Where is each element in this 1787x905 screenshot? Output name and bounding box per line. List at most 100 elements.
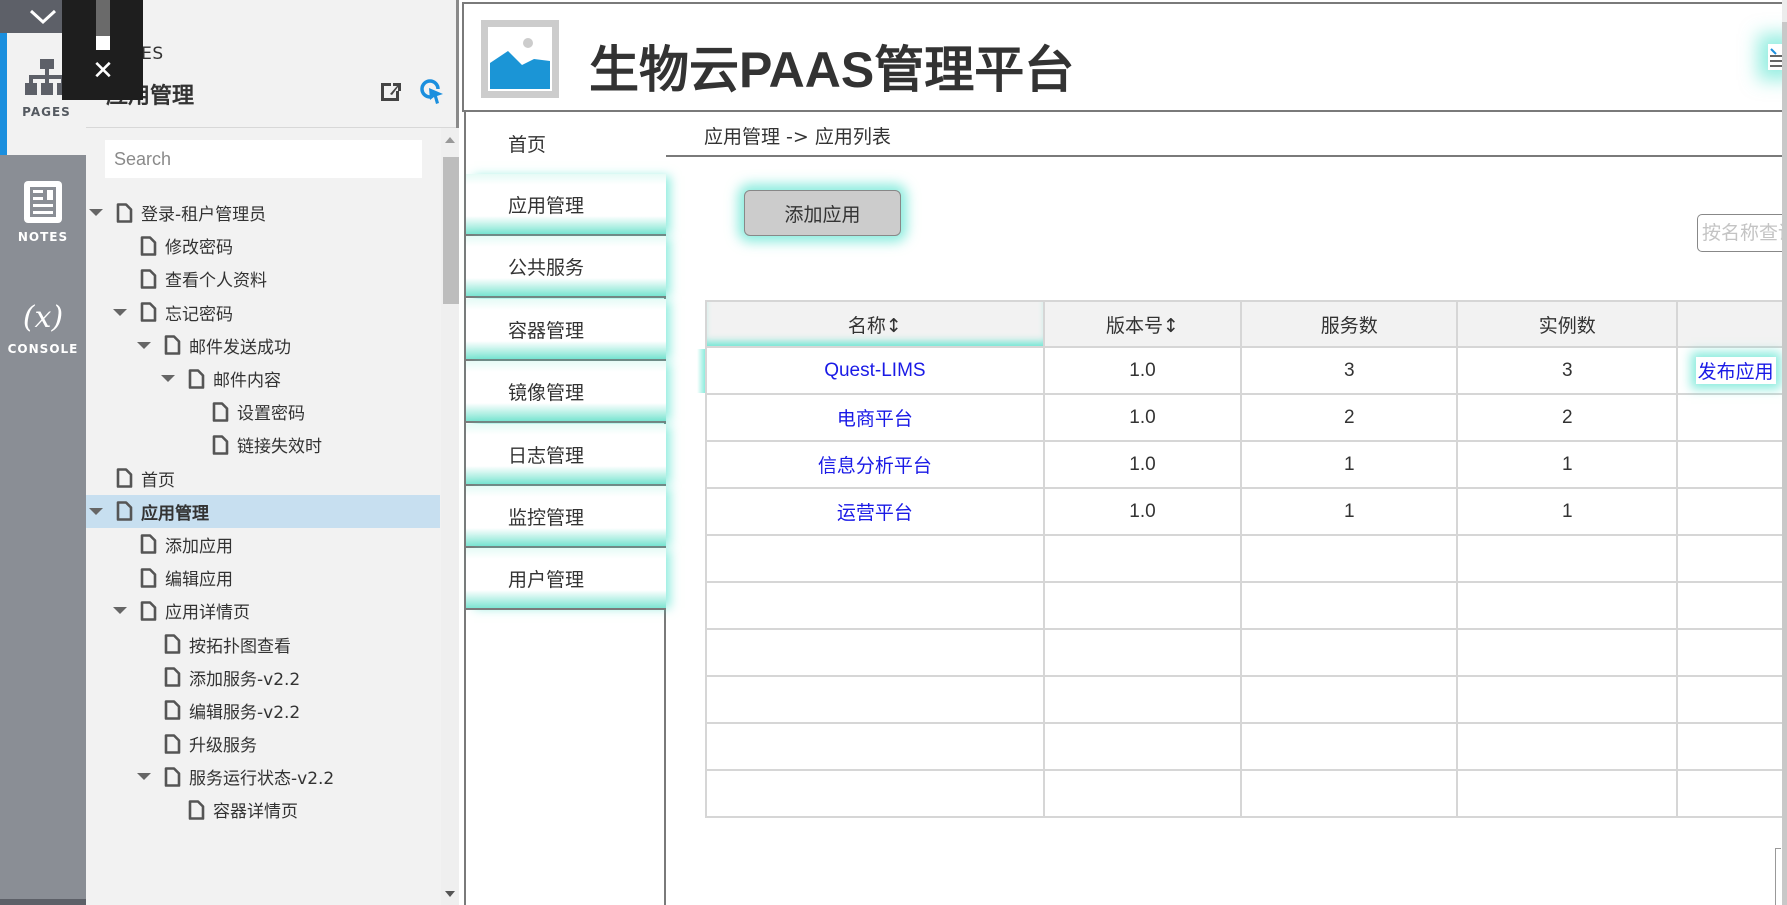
app-name-link[interactable]: 信息分析平台 [705, 440, 1045, 489]
notes-icon [24, 181, 62, 223]
tree-item[interactable]: 应用管理 [86, 494, 440, 528]
tree-item[interactable]: 应用详情页 [86, 594, 440, 627]
pages-panel: PAGES 应用管理 登录-租户管理员修改密码查看个人资料忘记密码邮件发送成功邮… [86, 0, 459, 905]
add-app-button[interactable]: 添加应用 [744, 190, 901, 236]
app-table: 名称↕ 版本号↕ 服务数 实例数 Quest-LIMS 1.0 3 3 发布应用 电商平台 1.0… [705, 300, 1787, 818]
table-row: Quest-LIMS 1.0 3 3 发布应用 [705, 346, 1787, 395]
page-icon [164, 335, 181, 356]
page-icon [164, 634, 181, 654]
variable-icon: (x) [22, 300, 64, 335]
chevron-down-icon [29, 9, 57, 24]
tree-item[interactable]: 按拓扑图查看 [86, 627, 440, 660]
nav-item[interactable]: 镜像管理 [466, 361, 666, 423]
rail-tab-console[interactable]: (x) CONSOLE [0, 300, 86, 380]
page-icon [188, 368, 205, 389]
search-by-name-input[interactable] [1697, 214, 1787, 252]
pages-search-input[interactable] [105, 140, 422, 178]
canvas-scrollbar-thumb[interactable] [1782, 22, 1787, 905]
overlay-bar [96, 0, 110, 36]
tree-item[interactable]: 邮件内容 [86, 362, 440, 395]
caret-down-icon[interactable] [137, 773, 151, 781]
table-cell [1676, 675, 1787, 724]
rail-tab-notes[interactable]: NOTES [0, 180, 86, 260]
app-name-link[interactable]: Quest-LIMS [705, 346, 1045, 395]
tree-item-label: 编辑服务-v2.2 [189, 702, 301, 723]
caret-down-icon[interactable] [89, 507, 103, 515]
overlay-marker [96, 36, 110, 50]
table-cell [705, 534, 1045, 583]
sortable-column-header[interactable]: 版本号↕ [1042, 300, 1243, 348]
table-row: 电商平台 1.0 2 2 [705, 393, 1787, 442]
tree-item[interactable]: 添加应用 [86, 528, 440, 561]
caret-down-icon[interactable] [113, 607, 127, 615]
table-row: 信息分析平台 1.0 1 1 [705, 440, 1787, 489]
app-title: 生物云PAAS管理平台 [589, 42, 1075, 98]
tree-item-label: 升级服务 [189, 736, 257, 757]
tree-item[interactable]: 编辑应用 [86, 561, 440, 594]
nav-item[interactable]: 公共服务 [466, 236, 666, 298]
tree-item[interactable]: 服务运行状态-v2.2 [86, 760, 440, 793]
tree-item-label: 忘记密码 [165, 304, 233, 325]
close-icon[interactable]: ✕ [88, 56, 118, 86]
logo-image-placeholder [481, 20, 559, 98]
table-cell [1042, 769, 1243, 818]
caret-down-icon[interactable] [113, 308, 127, 316]
tree-item-label: 添加服务-v2.2 [189, 669, 301, 690]
tree-item[interactable]: 升级服务 [86, 727, 440, 760]
scroll-down-icon[interactable] [445, 891, 455, 897]
tree-item-label: 首页 [141, 470, 175, 491]
table-cell [705, 675, 1045, 724]
page-icon [140, 567, 157, 588]
panel-scrollbar[interactable] [441, 128, 459, 905]
nav-item[interactable]: 监控管理 [466, 486, 666, 548]
tree-item[interactable]: 设置密码 [86, 395, 440, 428]
page-icon [140, 235, 157, 256]
page-tree: 登录-租户管理员修改密码查看个人资料 忘记密码邮件发送成功 邮件内容 设置密码 链接失效… [86, 196, 440, 905]
rail-tab-pages-label: PAGES [22, 105, 71, 119]
tree-item[interactable]: 首页 [86, 462, 440, 495]
tree-item-label: 编辑应用 [165, 570, 233, 591]
app-name-link[interactable]: 运营平台 [705, 487, 1045, 536]
table-cell [705, 722, 1045, 771]
caret-down-icon[interactable] [89, 209, 103, 217]
nav-item[interactable]: 容器管理 [466, 299, 666, 361]
publish-app-link[interactable]: 发布应用 [1695, 357, 1776, 384]
tree-item[interactable]: 忘记密码 [86, 296, 440, 329]
table-cell [1042, 722, 1243, 771]
sortable-column-header[interactable]: 名称↕ [705, 300, 1045, 348]
tree-item[interactable]: 容器详情页 [86, 793, 440, 826]
open-in-new-icon[interactable] [378, 78, 404, 104]
tree-item-label: 查看个人资料 [165, 271, 267, 292]
tree-item-label: 修改密码 [165, 238, 233, 259]
breadcrumb-bar: 应用管理 -> 应用列表 [666, 112, 1782, 157]
table-cell [1042, 534, 1243, 583]
table-cell [705, 769, 1045, 818]
scroll-up-icon[interactable] [445, 137, 455, 143]
cursor-select-icon[interactable] [418, 78, 444, 104]
tree-item[interactable]: 登录-租户管理员 [86, 196, 440, 229]
table-cell [1240, 769, 1459, 818]
nav-item[interactable]: 日志管理 [466, 424, 666, 486]
tree-item[interactable]: 添加服务-v2.2 [86, 661, 440, 694]
column-header [1676, 300, 1787, 348]
tree-item[interactable]: 编辑服务-v2.2 [86, 694, 440, 727]
tree-item[interactable]: 链接失效时 [86, 428, 440, 461]
table-row: 运营平台 1.0 1 1 [705, 487, 1787, 536]
table-cell [1240, 675, 1459, 724]
nav-item[interactable]: 用户管理 [466, 548, 666, 610]
tree-item[interactable]: 查看个人资料 [86, 262, 440, 295]
resize-handle[interactable] [1775, 848, 1781, 905]
nav-item[interactable]: 首页 [466, 112, 666, 174]
nav-item[interactable]: 应用管理 [466, 174, 666, 236]
app-name-link[interactable]: 电商平台 [705, 393, 1045, 442]
scrollbar-thumb[interactable] [443, 157, 459, 304]
canvas-scrollbar[interactable] [1782, 0, 1787, 905]
caret-down-icon[interactable] [161, 375, 175, 383]
caret-down-icon[interactable] [137, 341, 151, 349]
tree-item[interactable]: 邮件发送成功 [86, 329, 440, 362]
table-cell: 1 [1240, 440, 1459, 489]
action-cell [1676, 440, 1787, 489]
app-header: 生物云PAAS管理平台 [462, 2, 1782, 112]
empty-table-row [705, 675, 1787, 724]
tree-item[interactable]: 修改密码 [86, 229, 440, 262]
